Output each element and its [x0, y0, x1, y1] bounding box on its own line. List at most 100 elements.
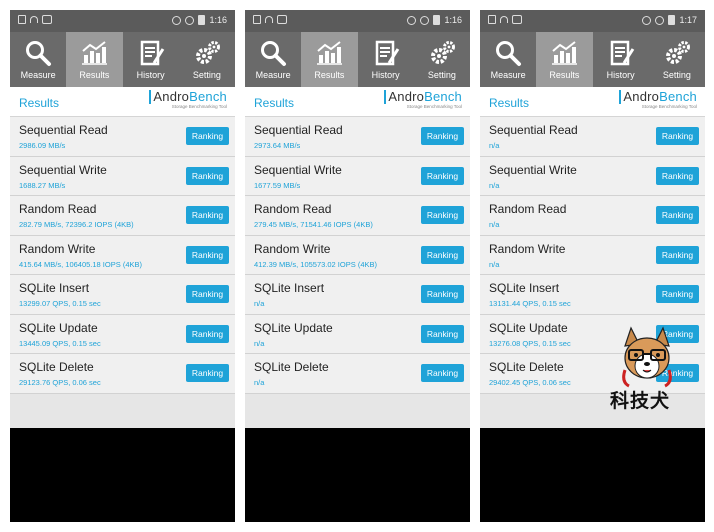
result-row: SQLite Insert n/a Ranking	[245, 275, 470, 315]
tab-results[interactable]: Results	[301, 32, 358, 87]
benchmark-value: 29123.76 QPS, 0.06 sec	[19, 378, 101, 387]
tab-results[interactable]: Results	[536, 32, 593, 87]
results-header: Results AndroBench Storage Benchmarking …	[245, 87, 470, 117]
watermark-text: 科技犬	[610, 390, 671, 412]
ranking-button[interactable]: Ranking	[421, 324, 464, 343]
result-row: SQLite Delete n/a Ranking	[245, 354, 470, 394]
benchmark-value: 1688.27 MB/s	[19, 180, 66, 190]
phone-screenshot: 1:16 Measure Results History Setting Res…	[10, 10, 235, 522]
logo-tagline: Storage Benchmarking Tool	[406, 104, 462, 109]
tab-setting[interactable]: Setting	[414, 32, 470, 87]
result-row: Random Write 412.39 MB/s, 105573.02 IOPS…	[245, 235, 470, 275]
ranking-button[interactable]: Ranking	[186, 245, 229, 264]
wifi-icon	[30, 16, 38, 23]
ranking-button[interactable]: Ranking	[421, 127, 464, 145]
tab-results[interactable]: Results	[66, 32, 123, 87]
result-row: Sequential Write n/a Ranking	[480, 156, 705, 196]
ranking-button[interactable]: Ranking	[186, 166, 229, 185]
benchmark-value: 412.39 MB/s, 105573.02 IOPS (4KB)	[254, 259, 377, 269]
sim-icon	[253, 15, 261, 24]
tab-measure[interactable]: Measure	[480, 32, 536, 87]
phone-screenshot: 1:17 Measure Results History Setting Res…	[480, 10, 705, 522]
ranking-button[interactable]: Ranking	[656, 166, 699, 185]
tab-label: Measure	[490, 70, 526, 80]
sim-icon	[488, 15, 496, 24]
watermark-mascot: 科技犬	[607, 326, 687, 412]
tab-measure[interactable]: Measure	[10, 32, 66, 87]
benchmark-name: SQLite Update	[19, 320, 98, 335]
benchmark-value: 13276.08 QPS, 0.15 sec	[489, 338, 571, 348]
empty-area	[245, 428, 470, 522]
ranking-button[interactable]: Ranking	[186, 324, 229, 343]
tab-setting[interactable]: Setting	[649, 32, 705, 87]
results-header: Results AndroBench Storage Benchmarking …	[10, 87, 235, 117]
tab-label: Results	[314, 70, 345, 80]
benchmark-name: Sequential Read	[489, 123, 578, 137]
tab-measure[interactable]: Measure	[245, 32, 301, 87]
ranking-button[interactable]: Ranking	[421, 206, 464, 224]
benchmark-value: n/a	[489, 180, 500, 190]
dnd-icon	[185, 15, 195, 25]
benchmark-name: SQLite Update	[489, 320, 568, 335]
benchmark-value: n/a	[254, 378, 265, 387]
result-row: Random Read 282.79 MB/s, 72396.2 IOPS (4…	[10, 196, 235, 236]
benchmark-name: SQLite Delete	[19, 360, 94, 374]
gear-icon	[430, 41, 455, 64]
wifi-icon	[265, 16, 273, 23]
gear-icon	[665, 41, 690, 64]
ranking-button[interactable]: Ranking	[421, 364, 464, 382]
result-row: Sequential Read 2986.09 MB/s Ranking	[10, 117, 235, 157]
ranking-button[interactable]: Ranking	[656, 245, 699, 264]
tab-label: Setting	[192, 70, 221, 80]
ranking-button[interactable]: Ranking	[421, 166, 464, 185]
ranking-button[interactable]: Ranking	[656, 206, 699, 224]
benchmark-name: Random Write	[254, 241, 331, 256]
document-icon	[610, 40, 634, 66]
benchmark-value: 1677.59 MB/s	[254, 180, 301, 190]
result-row: SQLite Insert 13131.44 QPS, 0.15 sec Ran…	[480, 275, 705, 315]
alarm-icon	[407, 15, 417, 25]
dnd-icon	[655, 15, 665, 25]
ranking-button[interactable]: Ranking	[186, 206, 229, 224]
benchmark-name: Random Write	[489, 241, 566, 256]
logo-brand-accent: Bench	[659, 89, 697, 104]
benchmark-value: n/a	[489, 220, 500, 229]
status-bar: 1:17	[480, 10, 705, 32]
ranking-button[interactable]: Ranking	[186, 127, 229, 145]
results-panel: Results AndroBench Storage Benchmarking …	[245, 87, 470, 428]
benchmark-value: 2986.09 MB/s	[19, 141, 66, 150]
ranking-button[interactable]: Ranking	[656, 127, 699, 145]
main-tab-bar: Measure Results History Setting	[480, 32, 705, 87]
tab-history[interactable]: History	[593, 32, 649, 87]
benchmark-value: n/a	[254, 299, 265, 308]
benchmark-name: Random Read	[19, 202, 97, 216]
logo-brand-plain: Andro	[623, 89, 660, 104]
alarm-icon	[642, 15, 652, 25]
benchmark-value: n/a	[254, 338, 265, 348]
benchmark-value: 13445.09 QPS, 0.15 sec	[19, 338, 101, 348]
benchmark-name: Random Read	[489, 202, 567, 216]
empty-area	[10, 428, 235, 522]
benchmark-name: Random Read	[254, 202, 332, 216]
result-row: SQLite Update n/a Ranking	[245, 314, 470, 354]
notification-icon	[512, 15, 522, 24]
ranking-button[interactable]: Ranking	[421, 245, 464, 264]
main-tab-bar: Measure Results History Setting	[10, 32, 235, 87]
ranking-button[interactable]: Ranking	[186, 364, 229, 382]
gear-icon	[195, 41, 220, 64]
page-title: Results	[19, 96, 60, 110]
tab-history[interactable]: History	[123, 32, 179, 87]
tab-label: History	[371, 70, 400, 80]
logo-tagline: Storage Benchmarking Tool	[641, 104, 697, 109]
tab-setting[interactable]: Setting	[179, 32, 235, 87]
ranking-button[interactable]: Ranking	[421, 285, 464, 303]
ranking-button[interactable]: Ranking	[656, 285, 699, 303]
benchmark-value: 13131.44 QPS, 0.15 sec	[489, 299, 571, 308]
result-row: Random Write n/a Ranking	[480, 235, 705, 275]
result-row: Sequential Write 1688.27 MB/s Ranking	[10, 156, 235, 196]
ranking-button[interactable]: Ranking	[186, 285, 229, 303]
wifi-icon	[500, 16, 508, 23]
tab-history[interactable]: History	[358, 32, 414, 87]
benchmark-value: 282.79 MB/s, 72396.2 IOPS (4KB)	[19, 220, 134, 229]
benchmark-name: Sequential Write	[19, 162, 107, 177]
